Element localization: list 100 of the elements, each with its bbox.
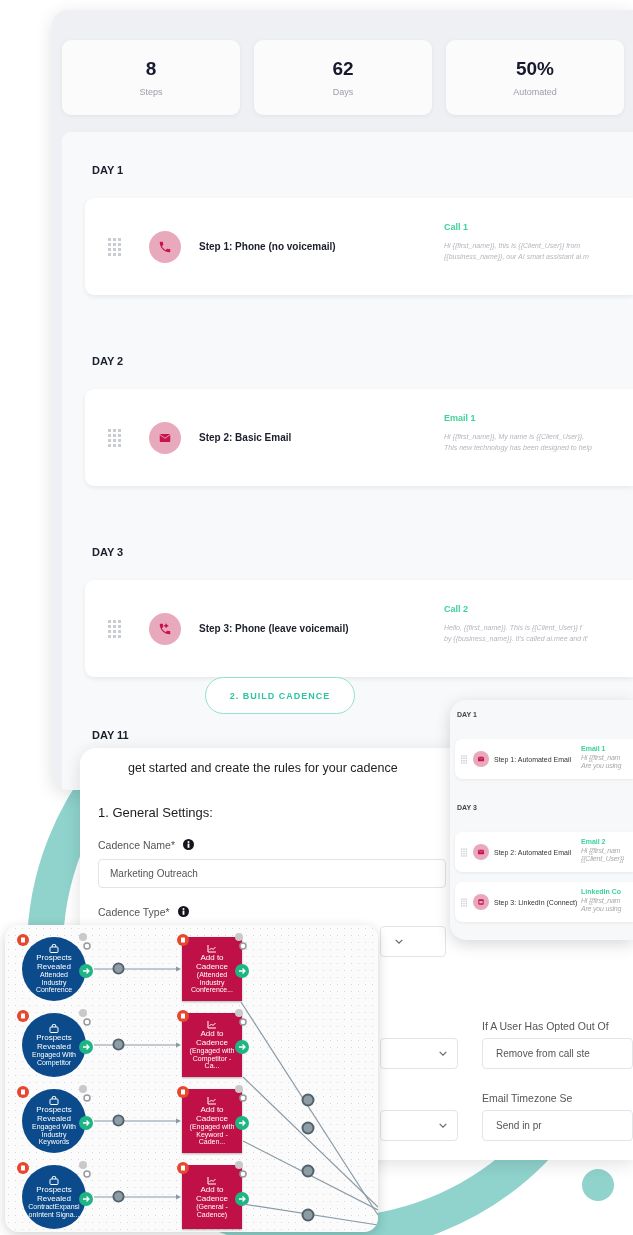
connector-knob-icon xyxy=(301,1164,315,1178)
envelope-icon xyxy=(149,421,181,454)
section-heading: 1. General Settings: xyxy=(98,804,213,821)
select-field[interactable] xyxy=(380,1110,458,1141)
step-title: Step 1: Phone (no voicemail) xyxy=(199,241,337,252)
connector-knob-icon xyxy=(301,1208,315,1222)
delete-badge-icon[interactable] xyxy=(17,934,29,946)
info-badge-icon xyxy=(79,1009,87,1017)
drag-handle-icon[interactable] xyxy=(461,897,467,907)
select-field[interactable] xyxy=(380,1038,458,1069)
arrow-port-icon xyxy=(79,964,93,978)
field-label: If A User Has Opted Out Of xyxy=(482,1019,609,1032)
port-icon xyxy=(239,1018,247,1026)
info-icon[interactable] xyxy=(183,839,195,850)
node-title: Add to Cadence xyxy=(195,954,229,972)
chart-icon xyxy=(207,944,217,954)
drag-handle-icon[interactable] xyxy=(461,847,467,857)
bag-icon xyxy=(49,944,59,954)
node-title: Prospects Revealed xyxy=(35,1106,73,1124)
delete-badge-icon[interactable] xyxy=(17,1162,29,1174)
port-icon xyxy=(83,1094,91,1102)
info-badge-icon xyxy=(235,1161,243,1169)
info-badge-icon xyxy=(235,933,243,941)
stat-label: Days xyxy=(332,87,354,97)
stat-value: 50% xyxy=(516,58,554,80)
node-title: Add to Cadence xyxy=(195,1186,229,1204)
chevron-down-icon xyxy=(438,1122,448,1129)
info-icon[interactable] xyxy=(177,906,189,917)
bag-icon xyxy=(49,1176,59,1186)
port-icon xyxy=(239,1170,247,1178)
node-title: Add to Cadence xyxy=(195,1106,229,1124)
port-icon xyxy=(239,942,247,950)
info-badge-icon xyxy=(79,933,87,941)
day-label: DAY 3 xyxy=(92,546,125,559)
field-label: Email Timezone Se xyxy=(482,1091,573,1104)
delete-badge-icon[interactable] xyxy=(177,934,189,946)
drag-handle-icon[interactable] xyxy=(108,619,121,638)
day-label: DAY 1 xyxy=(92,164,125,177)
port-icon xyxy=(239,1094,247,1102)
phone-plus-icon xyxy=(149,612,181,645)
chevron-down-icon xyxy=(438,1050,448,1057)
step-title: Step 3: Phone (leave voicemail) xyxy=(199,623,350,634)
delete-badge-icon[interactable] xyxy=(17,1010,29,1022)
connector-knob-icon xyxy=(112,962,125,975)
text-field[interactable]: Marketing Outreach xyxy=(98,859,446,888)
arrow-port-icon xyxy=(235,964,249,978)
field-label: Cadence Type* xyxy=(98,905,170,918)
message-title: Call 1 xyxy=(444,222,469,232)
node-title: Prospects Revealed xyxy=(35,1034,73,1052)
arrow-port-icon xyxy=(235,1192,249,1206)
stat-label: Automated xyxy=(513,87,557,97)
connector-knob-icon xyxy=(301,1121,315,1135)
envelope-icon xyxy=(473,751,489,767)
day-label: DAY 2 xyxy=(92,355,125,368)
step-title: Step 2: Basic Email xyxy=(199,432,293,443)
connector-knob-icon xyxy=(112,1190,125,1203)
chart-icon xyxy=(207,1096,217,1106)
drag-handle-icon[interactable] xyxy=(461,754,467,764)
port-icon xyxy=(83,942,91,950)
message-title: Call 2 xyxy=(444,604,469,614)
info-badge-icon xyxy=(79,1085,87,1093)
node-title: Prospects Revealed xyxy=(35,1186,73,1204)
drag-handle-icon[interactable] xyxy=(108,428,121,447)
connector-knob-icon xyxy=(112,1114,125,1127)
stat-value: 62 xyxy=(332,58,354,80)
chevron-down-icon xyxy=(394,938,404,945)
day-label: DAY 11 xyxy=(92,729,130,742)
delete-badge-icon[interactable] xyxy=(17,1086,29,1098)
arrow-port-icon xyxy=(79,1040,93,1054)
select-field[interactable]: Remove from call ste xyxy=(482,1038,633,1069)
bag-icon xyxy=(49,1024,59,1034)
port-icon xyxy=(83,1170,91,1178)
info-badge-icon xyxy=(79,1161,87,1169)
select-field[interactable] xyxy=(380,926,446,957)
stat-value: 8 xyxy=(145,58,157,80)
message-title: Email 1 xyxy=(444,413,477,423)
arrow-port-icon xyxy=(235,1040,249,1054)
intro-heading: get started and create the rules for your cadence xyxy=(128,760,398,777)
delete-badge-icon[interactable] xyxy=(177,1010,189,1022)
bag-icon xyxy=(49,1096,59,1106)
phone-icon xyxy=(149,230,181,263)
port-icon xyxy=(83,1018,91,1026)
connector-knob-icon xyxy=(112,1038,125,1051)
chart-icon xyxy=(207,1176,217,1186)
info-badge-icon xyxy=(235,1085,243,1093)
circle-decoration xyxy=(582,1169,614,1201)
chart-icon xyxy=(207,1020,217,1030)
select-field[interactable]: Send in pr xyxy=(482,1110,633,1141)
field-label: Cadence Name* xyxy=(98,838,176,851)
arrow-port-icon xyxy=(79,1116,93,1130)
drag-handle-icon[interactable] xyxy=(108,237,121,256)
arrow-port-icon xyxy=(79,1192,93,1206)
delete-badge-icon[interactable] xyxy=(177,1162,189,1174)
delete-badge-icon[interactable] xyxy=(177,1086,189,1098)
envelope-icon xyxy=(473,844,489,860)
info-badge-icon xyxy=(235,1009,243,1017)
node-title: Add to Cadence xyxy=(195,1030,229,1048)
arrow-port-icon xyxy=(235,1116,249,1130)
stat-label: Steps xyxy=(139,87,163,97)
connector-knob-icon xyxy=(301,1093,315,1107)
